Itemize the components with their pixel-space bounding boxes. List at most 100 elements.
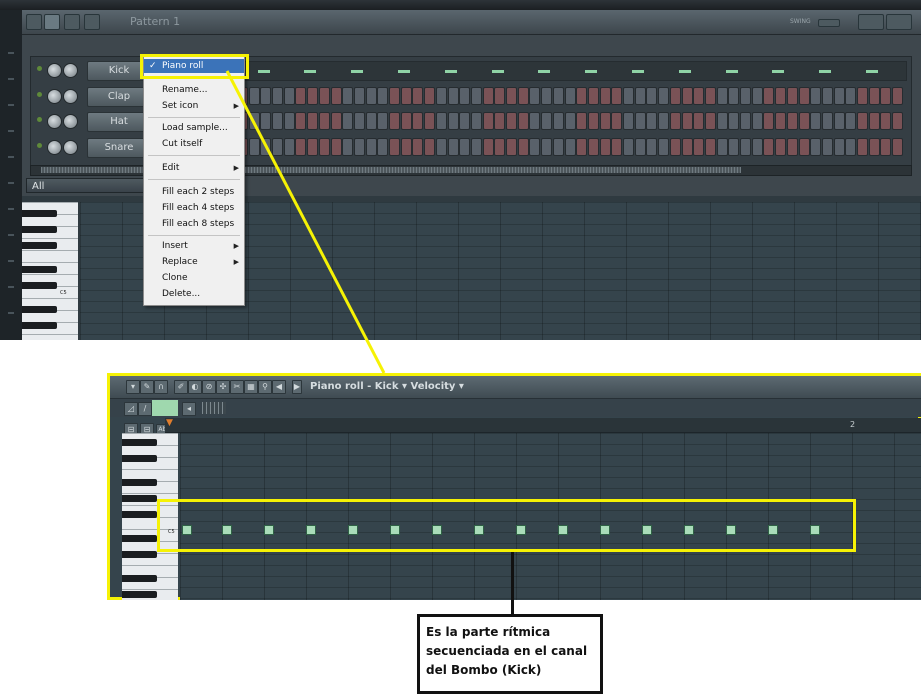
menu-item-edit[interactable]: Edit ▶ [144, 161, 244, 175]
step-button[interactable] [353, 87, 365, 105]
step-button[interactable] [693, 87, 705, 105]
step-button[interactable] [295, 138, 307, 156]
step-button[interactable] [681, 112, 693, 130]
step-button[interactable] [892, 138, 904, 156]
menu-item-set-icon[interactable]: Set icon ▶ [144, 99, 244, 113]
step-button[interactable] [435, 112, 447, 130]
step-button[interactable] [880, 112, 892, 130]
piano-roll-ruler[interactable]: 2 ▼ [165, 418, 921, 433]
menu-item-rename[interactable]: Rename... [144, 83, 244, 97]
step-button[interactable] [821, 112, 833, 130]
step-button[interactable] [704, 87, 716, 105]
step-button[interactable] [260, 138, 272, 156]
step-button[interactable] [892, 87, 904, 105]
step-button[interactable] [646, 112, 658, 130]
step-button[interactable] [342, 87, 354, 105]
step-button[interactable] [611, 138, 623, 156]
step-button[interactable] [248, 87, 260, 105]
step-button[interactable] [564, 112, 576, 130]
step-button[interactable] [681, 138, 693, 156]
step-button[interactable] [529, 112, 541, 130]
menu-item-insert[interactable]: Insert ▶ [144, 239, 244, 253]
step-button[interactable] [377, 138, 389, 156]
step-button[interactable] [400, 112, 412, 130]
channel-led[interactable] [37, 92, 42, 97]
step-button[interactable] [623, 112, 634, 130]
step-button[interactable] [599, 87, 611, 105]
black-key[interactable] [22, 322, 57, 329]
step-button[interactable] [576, 87, 588, 105]
graph-editor-icon[interactable] [858, 14, 884, 30]
step-button[interactable] [494, 112, 506, 130]
step-button[interactable] [775, 138, 787, 156]
step-button[interactable] [412, 112, 424, 130]
black-key[interactable] [122, 591, 157, 598]
step-button[interactable] [529, 87, 541, 105]
step-button[interactable] [751, 87, 763, 105]
step-button[interactable] [646, 138, 658, 156]
step-button[interactable] [342, 138, 354, 156]
pattern-number-icon[interactable] [44, 14, 60, 30]
menu-item-fill-each-8-steps[interactable]: Fill each 8 steps [144, 217, 244, 231]
step-button[interactable] [552, 87, 564, 105]
pencil-icon[interactable]: ✐ [174, 380, 188, 394]
step-button[interactable] [810, 138, 822, 156]
channel-filter-select[interactable]: All [26, 178, 144, 193]
step-button[interactable] [529, 138, 541, 156]
step-button[interactable] [342, 112, 354, 130]
volume-knob[interactable] [47, 63, 62, 78]
black-key[interactable] [22, 266, 57, 273]
keyboard-editor-icon[interactable] [886, 14, 912, 30]
pan-knob[interactable] [63, 114, 78, 129]
step-button[interactable] [763, 87, 775, 105]
step-button[interactable] [552, 112, 564, 130]
scroll-thumb[interactable] [202, 402, 226, 414]
step-button[interactable] [494, 138, 506, 156]
step-button[interactable] [330, 112, 342, 130]
step-button[interactable] [272, 87, 283, 105]
step-button[interactable] [365, 138, 377, 156]
step-button[interactable] [482, 138, 494, 156]
step-button[interactable] [517, 138, 529, 156]
step-button[interactable] [880, 138, 892, 156]
step-button[interactable] [634, 138, 646, 156]
black-key[interactable] [122, 495, 157, 502]
step-button[interactable] [424, 87, 436, 105]
step-button[interactable] [330, 138, 342, 156]
pan-knob[interactable] [63, 63, 78, 78]
step-button[interactable] [248, 138, 260, 156]
step-button[interactable] [517, 87, 529, 105]
channel-led[interactable] [37, 117, 42, 122]
menu-item-fill-each-2-steps[interactable]: Fill each 2 steps [144, 185, 244, 199]
step-button[interactable] [541, 87, 553, 105]
playback-tool-icon[interactable]: ◀ [272, 380, 286, 394]
step-button[interactable] [389, 87, 400, 105]
step-button[interactable] [810, 112, 822, 130]
step-button[interactable] [459, 87, 471, 105]
step-button[interactable] [786, 112, 798, 130]
step-button[interactable] [506, 87, 517, 105]
step-button[interactable] [552, 138, 564, 156]
black-key[interactable] [22, 282, 57, 289]
black-key[interactable] [22, 226, 57, 233]
step-button[interactable] [716, 87, 728, 105]
step-button[interactable] [634, 87, 646, 105]
kick-minipianoroll[interactable] [155, 61, 907, 81]
arrows-icon[interactable] [26, 14, 42, 30]
step-button[interactable] [576, 112, 588, 130]
step-button[interactable] [307, 112, 319, 130]
menu-item-replace[interactable]: Replace ▶ [144, 255, 244, 269]
step-button[interactable] [517, 112, 529, 130]
step-button[interactable] [424, 112, 436, 130]
swing-slider[interactable] [818, 19, 840, 27]
step-button[interactable] [658, 87, 670, 105]
channel-led[interactable] [37, 143, 42, 148]
delete-tool-icon[interactable]: ⊘ [202, 380, 216, 394]
step-button[interactable] [283, 87, 295, 105]
step-button[interactable] [798, 112, 810, 130]
pattern-label[interactable]: Pattern 1 [130, 15, 180, 28]
step-button[interactable] [307, 138, 319, 156]
step-button[interactable] [447, 138, 459, 156]
step-button[interactable] [564, 138, 576, 156]
step-button[interactable] [435, 138, 447, 156]
